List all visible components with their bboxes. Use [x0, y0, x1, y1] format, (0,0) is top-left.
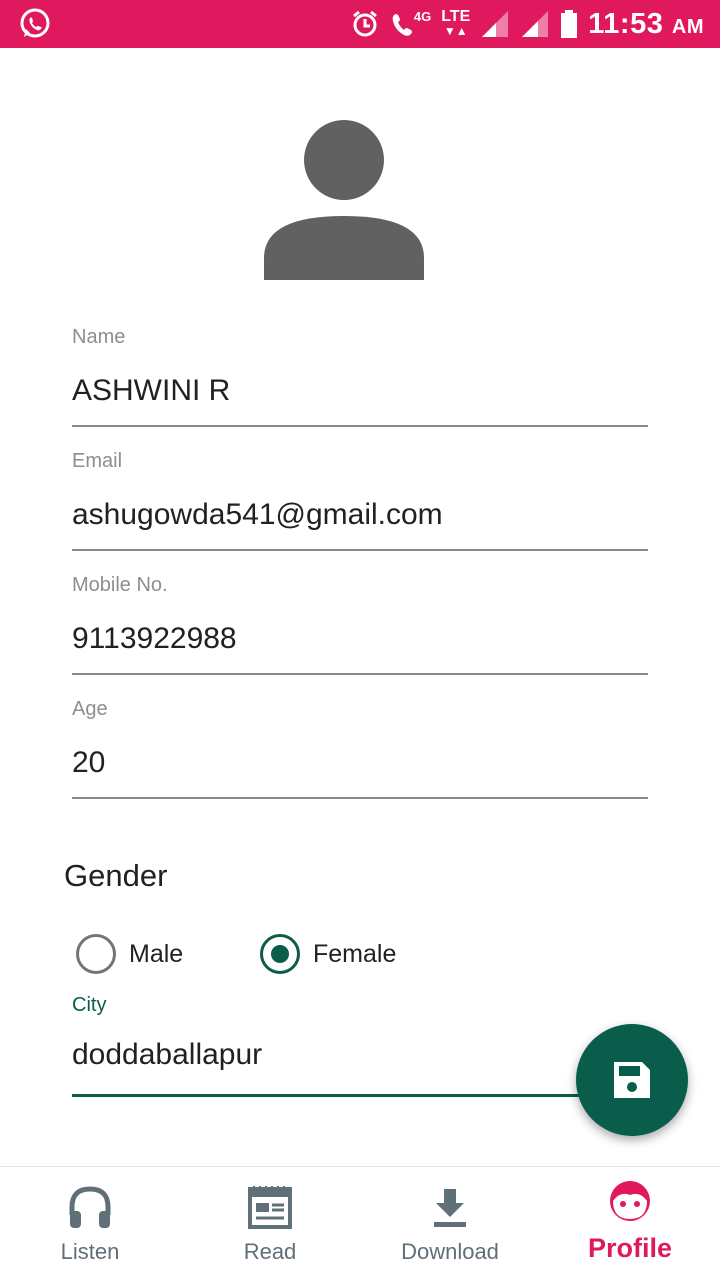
mobile-underline [72, 673, 648, 675]
mobile-label: Mobile No. [72, 574, 168, 596]
nav-download-label: Download [401, 1239, 499, 1264]
bottom-navigation: Listen Read Download Profile [0, 1166, 720, 1280]
phone-icon [392, 14, 412, 36]
radio-checked-icon[interactable] [260, 934, 300, 974]
save-button[interactable] [576, 1024, 688, 1136]
email-label: Email [72, 450, 123, 472]
city-label: City [72, 994, 107, 1016]
lte-label: LTE [441, 8, 471, 25]
name-underline [72, 425, 648, 427]
nav-listen[interactable]: Listen [0, 1167, 180, 1281]
nav-profile-label: Profile [587, 1233, 673, 1263]
save-icon [614, 1062, 650, 1098]
age-label: Age [72, 698, 108, 720]
lte-indicator: LTE ▼▲ [441, 8, 471, 39]
whatsapp-icon [20, 8, 50, 38]
city-value[interactable]: doddaballapur [72, 1038, 648, 1082]
face-icon [610, 1181, 650, 1221]
radio-unchecked-icon[interactable] [76, 934, 116, 974]
nav-read-label: Read [243, 1239, 297, 1264]
gender-female-radio[interactable]: Female [260, 934, 396, 974]
name-value[interactable]: ASHWINI R [72, 374, 648, 418]
newspaper-icon [248, 1186, 292, 1229]
nav-profile[interactable]: Profile [540, 1167, 720, 1281]
nav-read[interactable]: Read [180, 1167, 360, 1281]
status-icons: 4G LTE ▼▲ 11:53 AM [350, 0, 704, 48]
signal-strength-2-icon [522, 11, 549, 37]
clock-time: 11:53 [588, 7, 664, 40]
city-field[interactable]: City doddaballapur [72, 994, 648, 1097]
age-value[interactable]: 20 [72, 746, 648, 790]
name-field[interactable]: Name ASHWINI R [72, 326, 648, 427]
gender-male-radio[interactable]: Male [76, 934, 183, 974]
headphones-icon [69, 1186, 111, 1228]
age-underline [72, 797, 648, 799]
city-underline [72, 1094, 648, 1097]
battery-icon [561, 10, 578, 38]
email-value[interactable]: ashugowda541@gmail.com [72, 498, 648, 542]
signal-strength-icon [482, 11, 509, 37]
mobile-field[interactable]: Mobile No. 9113922988 [72, 574, 648, 675]
nav-listen-label: Listen [60, 1239, 120, 1264]
mobile-value[interactable]: 9113922988 [72, 622, 648, 666]
clock: 11:53 AM [588, 8, 704, 41]
download-icon [434, 1189, 466, 1227]
nav-download[interactable]: Download [360, 1167, 540, 1281]
status-bar: 4G LTE ▼▲ 11:53 AM [0, 0, 720, 48]
gender-female-label[interactable]: Female [313, 940, 396, 969]
person-icon[interactable] [262, 118, 426, 282]
network-4g-label: 4G [413, 9, 432, 24]
clock-ampm: AM [671, 15, 704, 38]
gender-male-label[interactable]: Male [129, 940, 183, 969]
call-4g-indicator: 4G [390, 9, 431, 39]
data-arrows-icon: ▼▲ [443, 24, 468, 38]
alarm-icon [352, 10, 377, 37]
email-underline [72, 549, 648, 551]
age-field[interactable]: Age 20 [72, 698, 648, 799]
name-label: Name [72, 326, 126, 348]
gender-title: Gender [64, 858, 168, 893]
email-field[interactable]: Email ashugowda541@gmail.com [72, 450, 648, 551]
